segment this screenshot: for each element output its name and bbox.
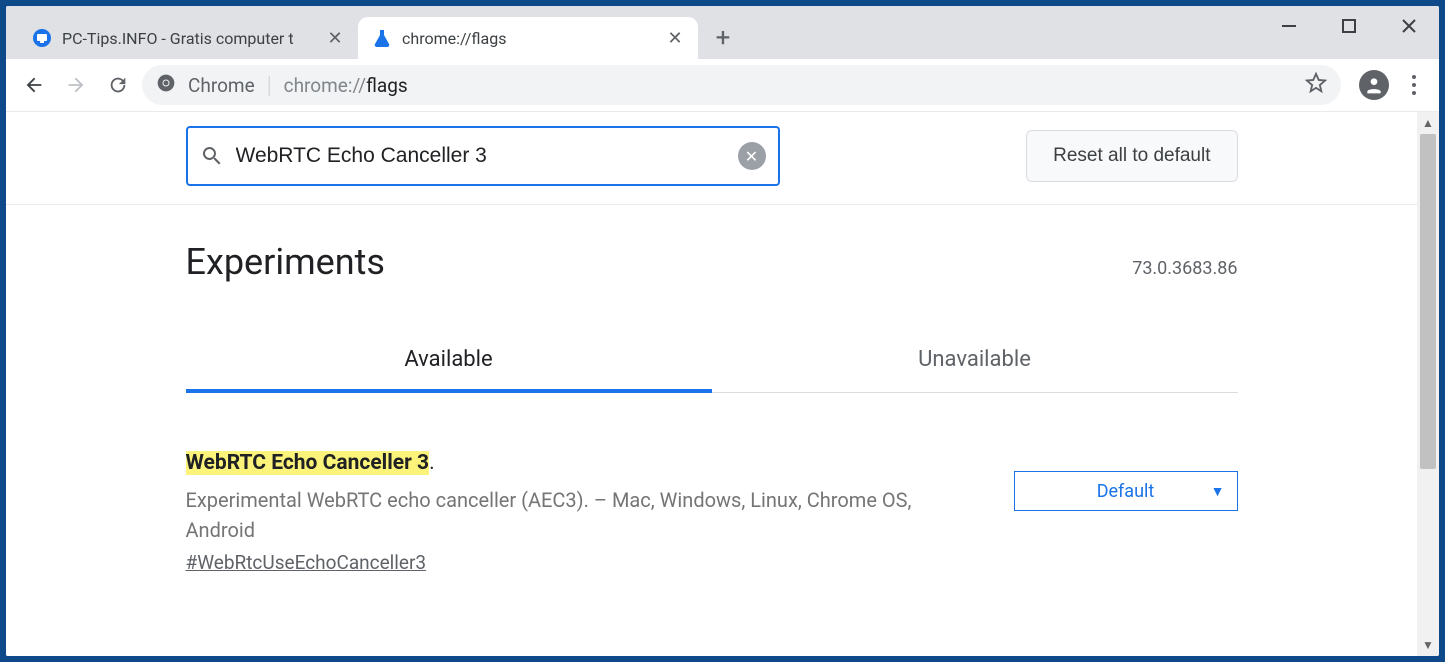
- window-controls: [1259, 6, 1439, 46]
- tab-unavailable[interactable]: Unavailable: [712, 329, 1238, 392]
- window-close-button[interactable]: [1379, 6, 1439, 46]
- flag-item: WebRTC Echo Canceller 3. Experimental We…: [186, 451, 1238, 574]
- flags-tab-bar: Available Unavailable: [186, 329, 1238, 393]
- flag-dropdown-value: Default: [1097, 481, 1155, 502]
- favicon-pctips-icon: [32, 28, 52, 48]
- tab-close-icon[interactable]: ✕: [666, 29, 684, 47]
- scroll-down-arrow[interactable]: ▼: [1417, 634, 1439, 656]
- new-tab-button[interactable]: +: [706, 21, 740, 55]
- browser-toolbar: Chrome | chrome://flags: [6, 59, 1439, 112]
- browser-tab-inactive[interactable]: PC-Tips.INFO - Gratis computer t ✕: [18, 17, 358, 59]
- tab-title: PC-Tips.INFO - Gratis computer t: [62, 29, 312, 48]
- tab-title: chrome://flags: [402, 29, 652, 48]
- maximize-button[interactable]: [1319, 6, 1379, 46]
- tab-available[interactable]: Available: [186, 329, 712, 392]
- tab-close-icon[interactable]: ✕: [326, 29, 344, 47]
- chevron-down-icon: ▼: [1211, 483, 1225, 500]
- browser-tab-active[interactable]: chrome://flags ✕: [358, 17, 698, 59]
- scroll-up-arrow[interactable]: ▲: [1417, 112, 1439, 134]
- browser-menu-button[interactable]: [1399, 75, 1429, 95]
- chrome-version: 73.0.3683.86: [1132, 258, 1237, 279]
- chrome-icon: [156, 73, 176, 98]
- omnibox-separator: |: [267, 71, 272, 99]
- browser-tab-strip: PC-Tips.INFO - Gratis computer t ✕ chrom…: [6, 6, 1439, 59]
- page-heading: Experiments: [186, 241, 385, 283]
- bookmark-star-icon[interactable]: [1305, 72, 1327, 99]
- reset-all-button[interactable]: Reset all to default: [1026, 130, 1237, 182]
- clear-search-button[interactable]: ✕: [738, 142, 766, 170]
- profile-avatar[interactable]: [1359, 70, 1389, 100]
- scrollbar-track[interactable]: [1417, 134, 1439, 634]
- back-button[interactable]: [16, 67, 52, 103]
- flag-dropdown[interactable]: Default ▼: [1014, 471, 1238, 511]
- minimize-button[interactable]: [1259, 6, 1319, 46]
- vertical-scrollbar[interactable]: ▲ ▼: [1417, 112, 1439, 656]
- address-bar[interactable]: Chrome | chrome://flags: [142, 65, 1341, 105]
- flag-description: Experimental WebRTC echo canceller (AEC3…: [186, 485, 974, 545]
- forward-button[interactable]: [58, 67, 94, 103]
- flags-search-box: ✕: [186, 126, 780, 186]
- search-icon: [200, 144, 224, 168]
- flag-hash-link[interactable]: #WebRtcUseEchoCanceller3: [186, 551, 427, 574]
- favicon-flask-icon: [372, 28, 392, 48]
- page-content: ✕ Reset all to default Experiments 73.0.…: [6, 112, 1417, 656]
- reload-button[interactable]: [100, 67, 136, 103]
- flag-title: WebRTC Echo Canceller 3.: [186, 451, 974, 475]
- omnibox-label: Chrome: [188, 74, 255, 97]
- flags-search-input[interactable]: [236, 144, 726, 168]
- omnibox-url: chrome://flags: [284, 74, 408, 97]
- scrollbar-thumb[interactable]: [1420, 134, 1436, 469]
